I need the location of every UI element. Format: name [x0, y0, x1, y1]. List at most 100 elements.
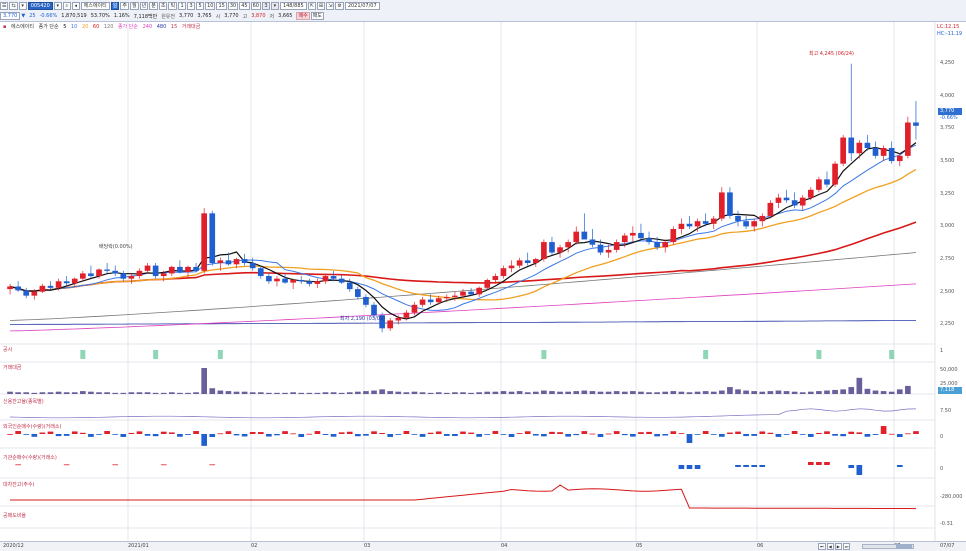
low-value: 3,665 — [278, 13, 293, 19]
settings-icon[interactable]: ⚙ — [335, 2, 344, 10]
period-45[interactable]: 45 — [239, 2, 250, 10]
candle-body — [177, 266, 183, 273]
foreign-bar — [840, 434, 846, 437]
code-dropdown-icon[interactable]: ▾ — [53, 2, 62, 10]
candle-body — [274, 278, 280, 282]
volume-bar — [371, 390, 377, 394]
volume-bar — [217, 390, 224, 394]
foreign-bar — [775, 434, 782, 437]
foreign-bar — [799, 434, 806, 435]
foreign-bar — [484, 434, 491, 435]
price-axis-label: 2,500 — [940, 288, 955, 295]
search-icon[interactable]: ⌕ — [62, 2, 71, 10]
turnover-value: 7,118백만 — [133, 13, 158, 20]
volume-bar — [249, 392, 256, 394]
period-30[interactable]: 30 — [227, 2, 239, 10]
menu-button[interactable]: ☰ — [0, 2, 9, 10]
prev-icon[interactable]: ◀ — [826, 543, 834, 550]
next-icon[interactable]: ▶ — [834, 543, 842, 550]
period-day-button[interactable]: 일 — [110, 2, 120, 10]
scroll-icon[interactable]: ⇲ — [326, 2, 335, 10]
ratio-value: 53.70% — [90, 13, 110, 19]
period-5[interactable]: 5 — [196, 2, 205, 10]
volume-bar — [241, 391, 248, 394]
buy-button[interactable]: 매수 — [296, 12, 310, 20]
prev-stock-button[interactable]: ◂ — [71, 2, 80, 10]
toolbar-row-2: 3,770 ▼ 25 -0.66% 1,870,519 53.70% 1.16%… — [0, 11, 325, 21]
foreign-bar — [670, 431, 677, 434]
period-month-button[interactable]: 월 — [130, 2, 139, 10]
candle-body — [306, 281, 313, 284]
foreign-bar — [104, 431, 110, 434]
fit-icon[interactable]: ⇱ — [307, 2, 316, 10]
volume-bar — [807, 391, 814, 394]
volume-bar — [589, 391, 596, 394]
foreign-bar — [896, 434, 903, 437]
period-custom-input[interactable]: 3 — [261, 2, 270, 10]
stock-code-input[interactable]: 005420 — [27, 2, 53, 10]
period-tick-button[interactable]: 초 — [158, 2, 168, 10]
foreign-bar — [524, 431, 531, 434]
dropdown-button[interactable]: ▾ — [18, 2, 27, 10]
period-spin-icon[interactable]: ▾ — [270, 2, 279, 10]
foreign-bar — [864, 434, 871, 437]
price-axis-label: 3,000 — [940, 223, 955, 230]
inst-bar — [160, 464, 167, 466]
candle-body — [654, 242, 660, 248]
candle-body — [201, 213, 207, 271]
volume-bar — [152, 392, 159, 394]
stock-chart[interactable] — [0, 22, 966, 541]
date-input[interactable]: 2021/07/07 — [344, 2, 380, 10]
period-15[interactable]: 15 — [216, 2, 227, 10]
foreign-bar — [387, 434, 394, 437]
first-icon[interactable]: ⏮ — [818, 543, 826, 550]
foreign-bar — [581, 431, 588, 434]
volume-bar — [799, 392, 806, 394]
foreign-bar — [565, 434, 571, 437]
period-10[interactable]: 10 — [205, 2, 216, 10]
zoom-icon[interactable]: ⊞ — [316, 2, 326, 10]
candle-body — [864, 142, 871, 148]
period-60[interactable]: 60 — [250, 2, 261, 10]
credit-panel-label: 신용잔고율(종목별) — [3, 399, 44, 405]
ma10-line — [9, 144, 917, 311]
volume-tag: 7,118 — [938, 387, 962, 394]
candle-body — [363, 296, 369, 305]
volume-bar — [573, 391, 580, 394]
candle-body — [298, 279, 305, 282]
period-3[interactable]: 3 — [187, 2, 196, 10]
volume-bar — [185, 392, 191, 394]
volume-bar — [15, 392, 21, 394]
volume-bar — [209, 388, 216, 394]
period-1[interactable]: 1 — [178, 2, 187, 10]
volume-bar — [387, 391, 394, 394]
volume-bar — [88, 391, 94, 394]
candle-body — [427, 299, 434, 303]
period-tick2-button[interactable]: 틱 — [168, 2, 178, 10]
period-week-button[interactable]: 주 — [120, 2, 130, 10]
link-button[interactable]: ⇆ — [9, 2, 18, 10]
period-minute-button[interactable]: 분 — [149, 2, 158, 10]
sell-button[interactable]: 매도 — [310, 12, 324, 20]
candle-body — [460, 291, 466, 296]
signal-marker — [541, 350, 547, 359]
signal-marker — [217, 350, 223, 359]
foreign-bar — [646, 431, 652, 434]
candle-body — [346, 282, 353, 290]
candle-body — [233, 259, 240, 265]
volume-bar — [96, 392, 102, 394]
foreign-bar — [241, 434, 248, 437]
inst-bar — [686, 465, 693, 469]
period-year-button[interactable]: 년 — [139, 2, 149, 10]
last-icon[interactable]: ⏭ — [842, 543, 851, 550]
chart-scroll-thumb[interactable] — [896, 544, 912, 549]
foreign-bar — [848, 431, 855, 434]
inst-bar — [896, 465, 903, 467]
foreign-bar — [452, 434, 458, 437]
candle-body — [290, 279, 296, 283]
foreign-bar — [31, 434, 38, 437]
ma480-line — [10, 320, 916, 325]
foreign-bar — [791, 431, 798, 434]
volume-bar — [411, 391, 418, 394]
volume-bar — [872, 390, 879, 394]
